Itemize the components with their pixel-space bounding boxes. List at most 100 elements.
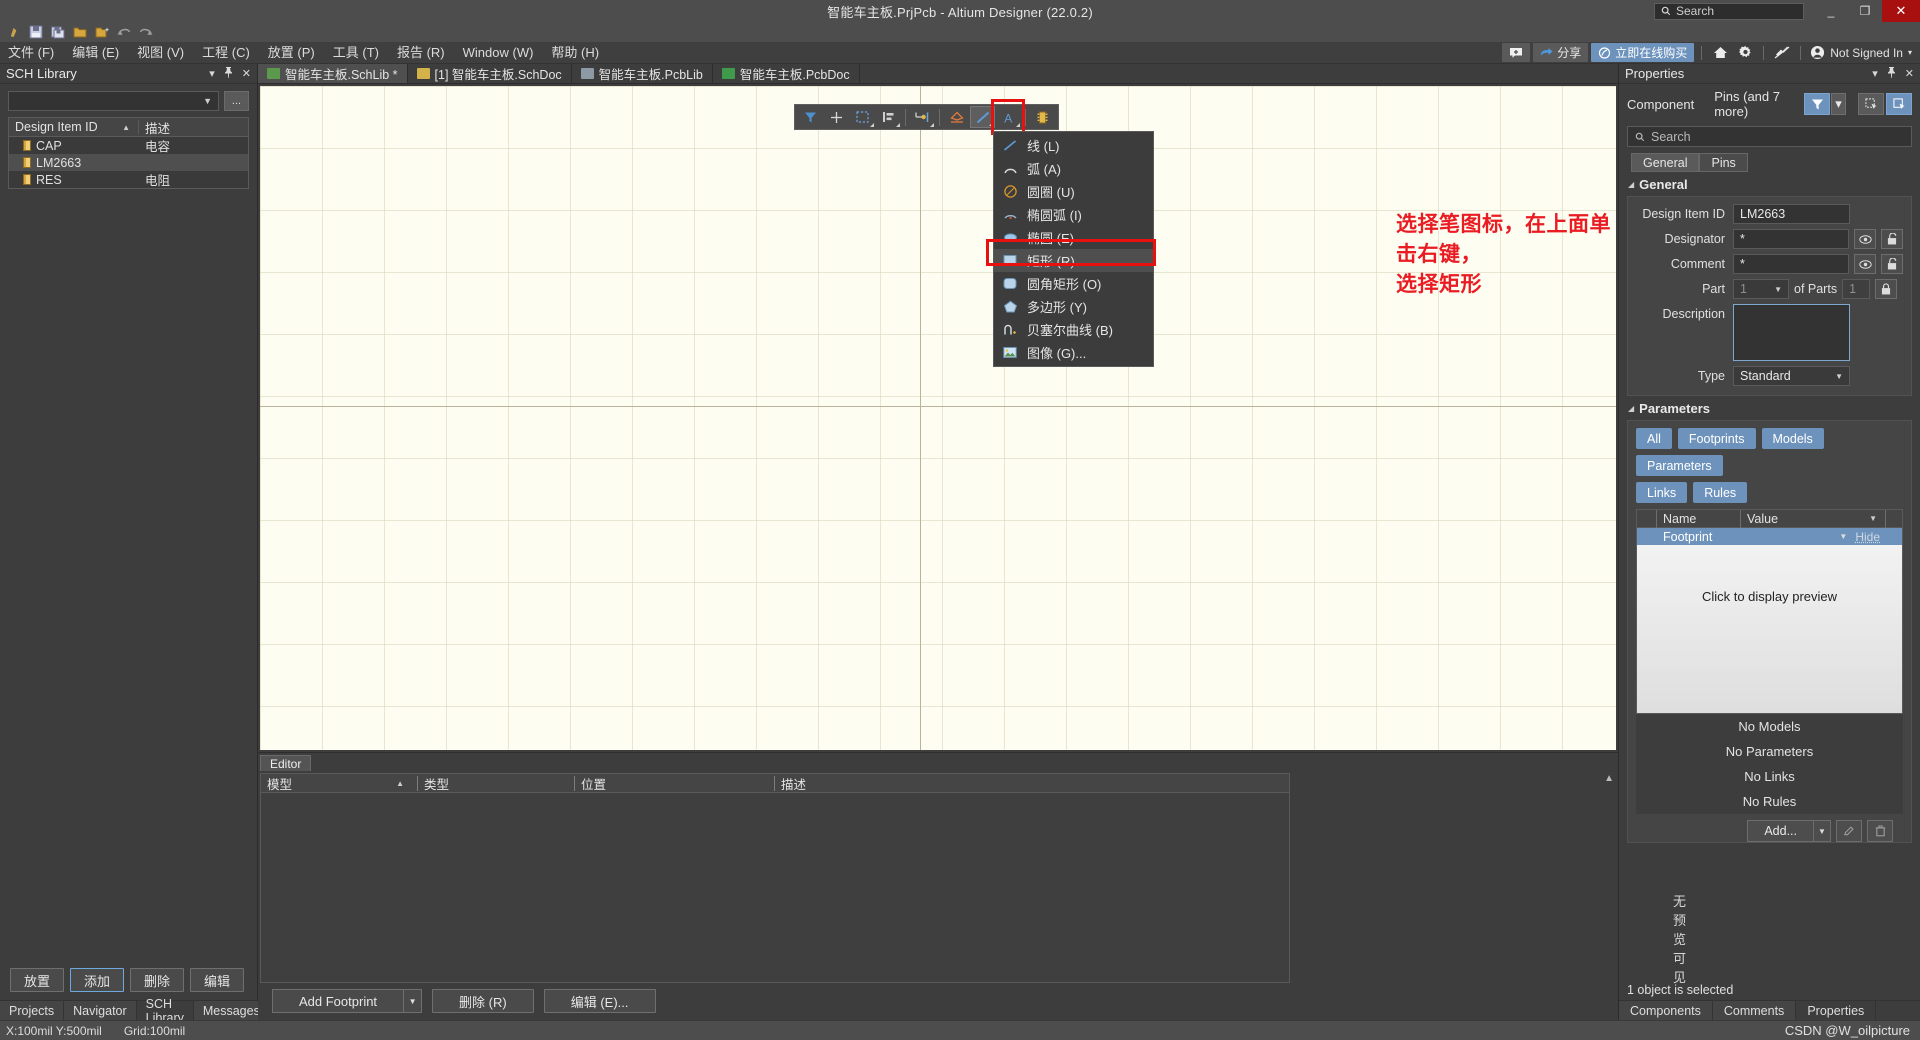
pill-parameters[interactable]: Parameters <box>1636 455 1723 476</box>
align-icon[interactable] <box>876 106 901 128</box>
panel-tab-sch-library[interactable]: SCH Library <box>136 997 194 1025</box>
type-select[interactable]: Standard ▼ <box>1733 366 1850 386</box>
menu-item-place[interactable]: 放置 (P) <box>259 42 324 64</box>
add-parameter-button[interactable]: Add... ▼ <box>1747 820 1831 842</box>
pin-icon[interactable] <box>1887 66 1896 81</box>
menu-item-project[interactable]: 工程 (C) <box>193 42 259 64</box>
unlock-icon[interactable] <box>1881 229 1903 249</box>
menu-item-elliptical-arc[interactable]: 椭圆弧 (I) <box>994 203 1153 226</box>
scroll-up-icon[interactable]: ▲ <box>1604 773 1614 784</box>
eye-icon[interactable] <box>1854 229 1876 249</box>
chevron-down-icon[interactable]: ▼ <box>1813 820 1831 842</box>
description-textarea[interactable] <box>1733 304 1850 361</box>
menu-item-arc[interactable]: 弧 (A) <box>994 157 1153 180</box>
close-icon[interactable]: ✕ <box>1905 67 1914 80</box>
chevron-down-icon[interactable]: ▼ <box>403 989 423 1013</box>
undo-icon[interactable] <box>114 23 134 41</box>
panel-menu-icon[interactable]: ▾ <box>1872 67 1878 80</box>
menu-item-rounded-rectangle[interactable]: 圆角矩形 (O) <box>994 272 1153 295</box>
bottom-tab-components[interactable]: Components <box>1619 1001 1713 1020</box>
unlock-icon[interactable] <box>1881 254 1903 274</box>
open-project-icon[interactable] <box>92 23 112 41</box>
column-header-design-item-id[interactable]: Design Item ID ▲ <box>9 120 139 134</box>
menu-item-help[interactable]: 帮助 (H) <box>542 42 608 64</box>
sch-library-filter-combo[interactable]: ▼ <box>8 91 219 111</box>
panel-menu-icon[interactable]: ▾ <box>209 67 215 80</box>
delete-button[interactable]: 删除 <box>130 968 184 992</box>
crosshair-icon[interactable] <box>824 106 849 128</box>
menu-item-tools[interactable]: 工具 (T) <box>324 42 388 64</box>
table-row[interactable]: RES 电阻 <box>9 171 248 188</box>
editor-tab[interactable]: Editor <box>260 755 312 771</box>
column-header-location[interactable]: 位置 <box>575 774 775 793</box>
menu-item-view[interactable]: 视图 (V) <box>128 42 193 64</box>
add-footprint-button[interactable]: Add Footprint ▼ <box>272 989 423 1013</box>
pill-rules[interactable]: Rules <box>1693 482 1748 503</box>
document-tab-schlib[interactable]: 智能车主板.SchLib * <box>258 64 408 83</box>
table-row[interactable]: LM2663 <box>9 154 248 171</box>
menu-item-circle[interactable]: 圆圈 (U) <box>994 180 1153 203</box>
edit-model-button[interactable]: 编辑 (E)... <box>543 989 656 1013</box>
column-header-name[interactable]: Name <box>1657 509 1741 528</box>
save-all-icon[interactable] <box>48 23 68 41</box>
open-icon[interactable] <box>70 23 90 41</box>
document-tab-pcblib[interactable]: 智能车主板.PcbLib <box>572 64 713 83</box>
funnel-icon[interactable] <box>1804 93 1830 115</box>
filter-icon[interactable] <box>798 106 823 128</box>
bottom-tab-properties[interactable]: Properties <box>1796 1001 1877 1020</box>
home-icon[interactable] <box>1709 43 1731 63</box>
gear-icon[interactable] <box>1734 43 1756 63</box>
sch-library-filter-more-button[interactable]: ... <box>224 91 249 111</box>
tab-pins[interactable]: Pins <box>1699 153 1748 172</box>
document-tab-pcbdoc[interactable]: 智能车主板.PcbDoc <box>713 64 860 83</box>
column-header-description[interactable]: 描述 <box>139 118 170 137</box>
tab-general[interactable]: General <box>1631 153 1700 172</box>
panel-tab-navigator[interactable]: Navigator <box>64 1001 137 1020</box>
account-button[interactable]: Not Signed In ▾ <box>1808 45 1912 60</box>
eye-icon[interactable] <box>1854 254 1876 274</box>
menu-item-bezier[interactable]: 贝塞尔曲线 (B) <box>994 318 1153 341</box>
feedback-button[interactable] <box>1502 43 1531 62</box>
share-button[interactable]: 分享 <box>1533 43 1589 62</box>
row-checkbox[interactable] <box>1637 528 1657 545</box>
comment-input[interactable]: * <box>1733 254 1849 274</box>
filter-dropdown-caret[interactable]: ▾ <box>1831 93 1846 115</box>
document-tab-schdoc[interactable]: [1] 智能车主板.SchDoc <box>408 64 572 83</box>
place-ic-icon[interactable] <box>1030 106 1055 128</box>
redo-icon[interactable] <box>136 23 156 41</box>
bottom-tab-comments[interactable]: Comments <box>1712 1001 1797 1020</box>
design-item-id-input[interactable]: LM2663 <box>1733 204 1850 224</box>
pill-footprints[interactable]: Footprints <box>1677 428 1756 449</box>
general-section-header[interactable]: ◢ General <box>1619 172 1920 196</box>
buy-online-button[interactable]: 立即在线购买 <box>1591 43 1695 62</box>
pill-all[interactable]: All <box>1636 428 1672 449</box>
edit-button[interactable]: 编辑 <box>190 968 244 992</box>
place-part-icon[interactable] <box>944 106 969 128</box>
add-button[interactable]: 添加 <box>70 968 124 992</box>
menu-item-reports[interactable]: 报告 (R) <box>388 42 454 64</box>
menu-item-line[interactable]: 线 (L) <box>994 134 1153 157</box>
place-pin-icon[interactable] <box>910 106 935 128</box>
table-row[interactable]: Footprint ▼ Hide <box>1637 528 1902 545</box>
column-header-type[interactable]: 类型 <box>418 774 575 793</box>
trash-icon[interactable] <box>1867 820 1893 842</box>
place-button[interactable]: 放置 <box>10 968 64 992</box>
column-header-description[interactable]: 描述 <box>775 774 1289 793</box>
table-row[interactable]: CAP 电容 <box>9 137 248 154</box>
part-select[interactable]: 1 ▼ <box>1733 279 1789 299</box>
properties-search-input[interactable]: Search <box>1627 126 1912 147</box>
select-area-icon[interactable] <box>850 106 875 128</box>
footprint-preview[interactable]: Click to display preview <box>1637 545 1902 713</box>
menu-item-edit[interactable]: 编辑 (E) <box>63 42 128 64</box>
select-all-icon[interactable] <box>1886 93 1912 115</box>
select-similar-icon[interactable] <box>1858 93 1884 115</box>
pencil-icon[interactable] <box>1836 820 1862 842</box>
plug-icon[interactable] <box>1771 43 1793 63</box>
menu-item-image[interactable]: 图像 (G)... <box>994 341 1153 364</box>
designator-input[interactable]: * <box>1733 229 1849 249</box>
chevron-down-icon[interactable]: ▼ <box>1839 532 1847 541</box>
menu-item-polygon[interactable]: 多边形 (Y) <box>994 295 1153 318</box>
pin-icon[interactable] <box>224 66 233 81</box>
pill-models[interactable]: Models <box>1761 428 1824 449</box>
model-table-body[interactable] <box>261 793 1289 982</box>
